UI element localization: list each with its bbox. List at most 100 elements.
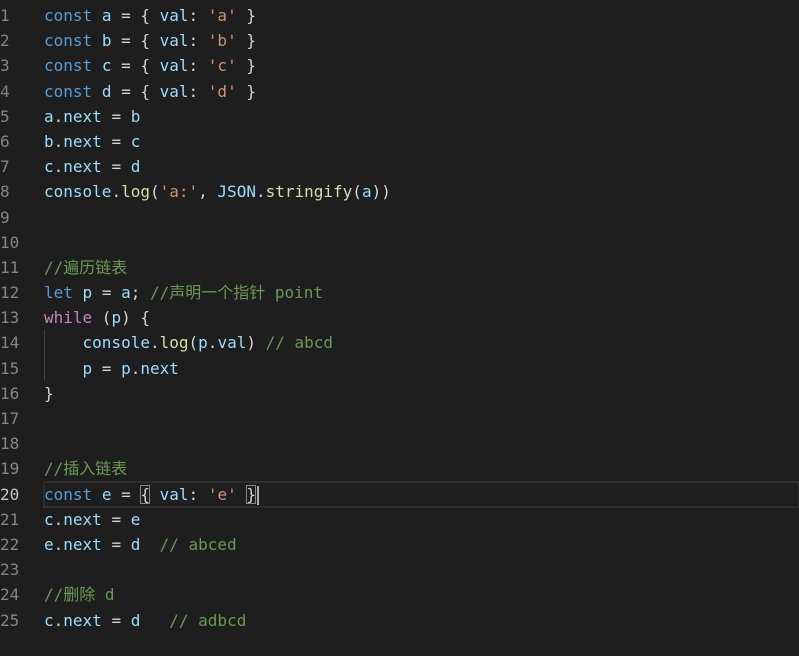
code-token: . [53,157,64,177]
code-line[interactable]: a.next = b [44,104,799,129]
code-line[interactable]: c.next = d [44,154,799,179]
code-token: e [130,509,141,529]
code-line[interactable]: //遍历链表 [44,255,799,280]
code-line[interactable] [44,431,799,456]
line-number: 7 [0,157,10,177]
code-line[interactable]: //删除 d [44,582,799,607]
code-token: . [53,106,64,126]
line-number: 6 [0,131,10,151]
code-token: c [101,56,112,76]
code-token: console [82,333,150,353]
code-token: next [63,534,102,554]
indent-guide [44,330,45,356]
line-number: 21 [0,509,20,529]
code-token: = { [111,81,160,101]
code-token: c [44,610,54,630]
code-token: d [130,610,141,630]
code-token: p [198,333,208,353]
code-line[interactable] [44,230,799,255]
code-token: ) { [121,308,150,328]
code-token: c [44,509,54,529]
code-token: stringify [265,182,353,202]
code-token: ; [130,283,150,303]
code-token: : [188,31,208,51]
code-token: . [53,509,64,529]
code-token: console [44,182,112,202]
code-token: let [44,283,73,303]
code-editor[interactable]: 1 2 3 4 5 6 7 8 9 10 11 12 13 14 15 16 17 18 19 20 21 22 23 24 2… [0,0,799,656]
code-token: e [44,534,54,554]
text-cursor [257,485,259,505]
code-token: p [82,283,93,303]
code-line[interactable]: const c = { val: 'c' } [44,53,799,78]
code-line[interactable]: const e = { val: 'e' } [43,480,799,508]
code-token: : [188,56,208,76]
code-token: = { [111,6,160,25]
code-line[interactable] [44,557,799,582]
code-line[interactable] [44,406,799,431]
matched-bracket: } [246,484,256,504]
code-token: //声明一个指针 point [150,283,324,303]
code-token: = [101,157,131,177]
line-number: 23 [0,560,20,580]
code-token: 'a' [207,6,237,25]
line-number: 10 [0,232,20,252]
code-line[interactable]: c.next = d // adbcd [44,608,799,633]
line-number: 11 [0,257,20,277]
code-token: ( [92,308,112,328]
code-line[interactable]: //插入链表 [44,456,799,481]
code-token: next [63,610,102,630]
code-token: // abced [159,534,237,554]
code-line[interactable]: console.log(p.val) // abcd [44,330,799,356]
line-number: 4 [0,81,10,101]
code-token: JSON [217,182,256,202]
line-number: 19 [0,459,20,479]
code-token: = [111,484,141,504]
code-line[interactable]: c.next = e [44,507,799,532]
code-token: , [198,182,218,202]
code-token: d [130,157,141,177]
code-token: log [159,333,189,353]
line-number: 12 [0,283,20,303]
line-number: 16 [0,383,20,403]
code-token: } [236,56,256,76]
code-token: . [53,131,64,151]
code-line[interactable]: const d = { val: 'd' } [44,79,799,104]
code-area[interactable]: const a = { val: 'a' } const b = { val: '… [43,3,799,633]
code-token: p [111,308,122,328]
code-line[interactable]: while (p) { [44,305,799,330]
code-token: a [361,182,372,202]
code-line[interactable]: p = p.next [44,355,799,381]
code-token: a [101,6,112,25]
code-token: e [101,484,112,504]
code-line[interactable]: const b = { val: 'b' } [44,28,799,53]
code-token: . [149,333,160,353]
code-token: } [44,383,54,403]
code-token: : [188,484,208,504]
code-line[interactable]: b.next = c [44,129,799,154]
code-line[interactable]: } [44,381,799,406]
code-token: b [44,131,54,151]
code-line[interactable]: e.next = d // abced [44,532,799,557]
code-token: . [207,333,218,353]
code-line[interactable] [44,205,799,230]
code-line[interactable]: let p = a; //声明一个指针 point [44,280,799,305]
code-token: = [92,283,122,303]
line-number: 14 [0,333,20,353]
code-token: = [101,610,131,630]
code-token: 'b' [207,31,237,51]
code-line[interactable]: const a = { val: 'a' } [44,3,799,28]
line-number: 5 [0,106,10,126]
code-token: } [236,6,256,25]
code-token: ( [188,333,199,353]
code-token: } [236,81,256,101]
code-line[interactable]: console.log('a:', JSON.stringify(a)) [44,179,799,204]
code-token: 'd' [207,81,237,101]
code-token: const [44,6,93,25]
code-token: . [111,182,122,202]
